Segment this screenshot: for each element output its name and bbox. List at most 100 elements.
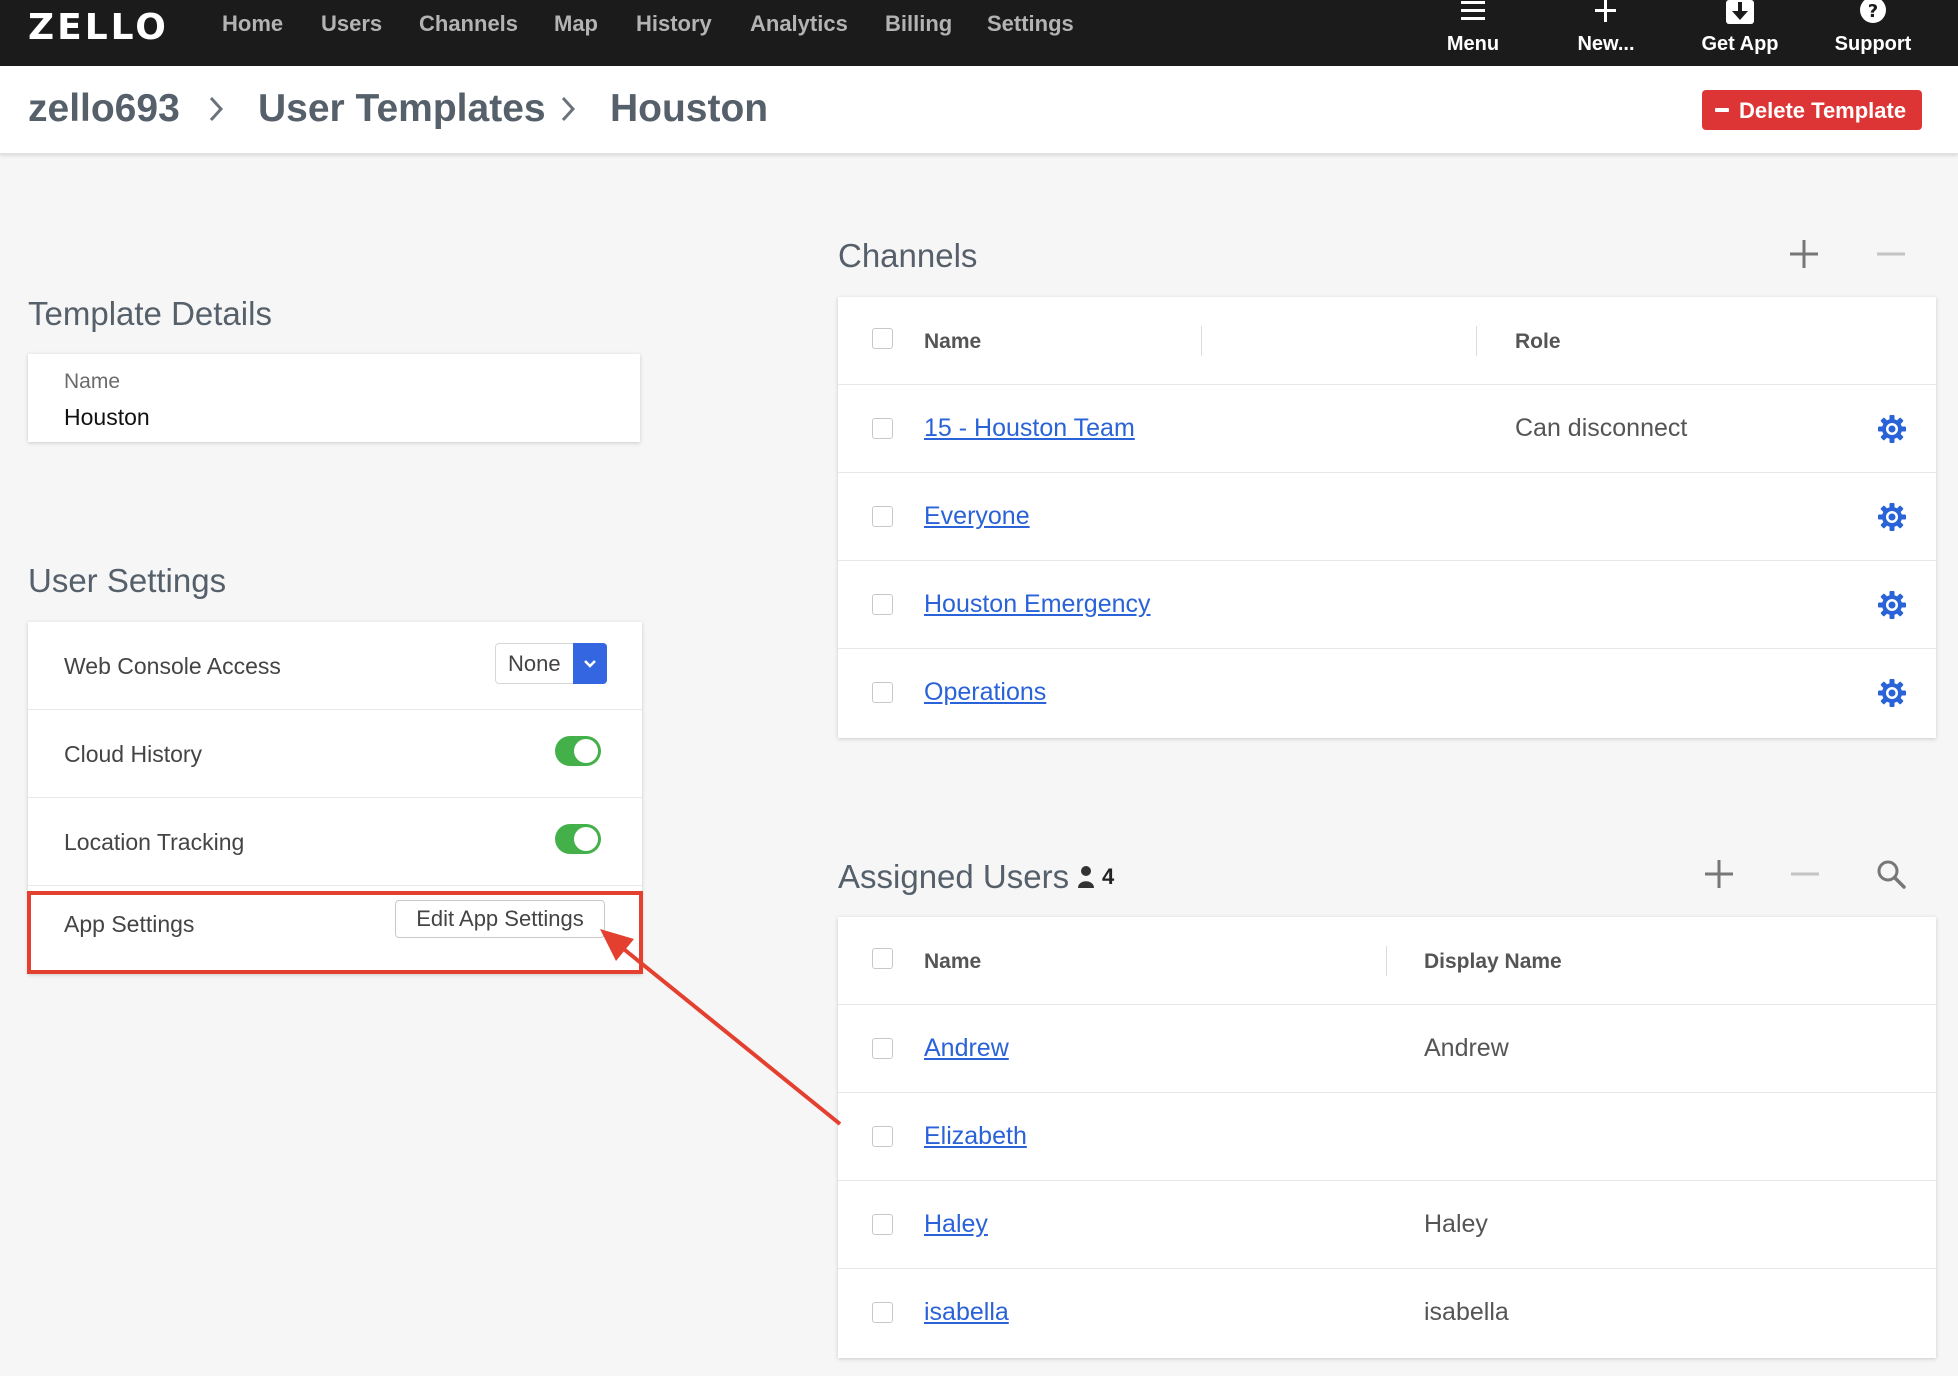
name-field-label: Name	[64, 370, 121, 393]
channel-link[interactable]: 15 - Houston Team	[924, 414, 1135, 443]
svg-text:?: ?	[1868, 1, 1878, 22]
channel-link[interactable]: Houston Emergency	[924, 590, 1151, 619]
menu-button[interactable]: Menu	[1413, 0, 1533, 60]
nav-home[interactable]: Home	[222, 11, 283, 37]
toggle-knob	[574, 827, 598, 851]
nav-billing[interactable]: Billing	[885, 11, 952, 37]
nav-analytics[interactable]: Analytics	[750, 11, 848, 37]
web-console-access-label: Web Console Access	[64, 653, 281, 679]
users-table-header: Name Display Name	[838, 917, 1936, 1005]
user-display-name: isabella	[1424, 1298, 1509, 1326]
user-display-name: Andrew	[1424, 1034, 1509, 1062]
location-tracking-toggle[interactable]	[555, 824, 601, 854]
get-app-label: Get App	[1701, 33, 1779, 55]
user-settings-title: User Settings	[28, 562, 227, 599]
user-link[interactable]: Elizabeth	[924, 1122, 1027, 1151]
location-tracking-row: Location Tracking	[28, 798, 642, 886]
cloud-history-row: Cloud History	[28, 710, 642, 798]
user-row-checkbox[interactable]	[872, 1214, 893, 1235]
annotation-highlight-box	[27, 891, 643, 974]
nav-history[interactable]: History	[636, 11, 712, 37]
gear-icon[interactable]	[1877, 414, 1907, 444]
chevron-right-icon	[209, 96, 224, 122]
web-console-access-row: Web Console Access None	[28, 622, 642, 710]
nav-channels[interactable]: Channels	[419, 11, 518, 37]
menu-label: Menu	[1446, 33, 1500, 55]
assigned-users-table: Name Display Name Andrew Andrew Elizabet…	[838, 917, 1936, 1358]
channel-link[interactable]: Operations	[924, 678, 1046, 707]
user-row: Elizabeth	[838, 1093, 1936, 1181]
user-link[interactable]: Andrew	[924, 1034, 1009, 1063]
channel-row-checkbox[interactable]	[872, 682, 893, 703]
top-navigation-bar: ZELLO Home Users Channels Map History An…	[0, 0, 1958, 66]
channels-col-role[interactable]: Role	[1515, 330, 1561, 354]
name-field-value[interactable]: Houston	[64, 404, 150, 431]
channel-row: Houston Emergency	[838, 561, 1936, 649]
cloud-history-label: Cloud History	[64, 741, 203, 767]
search-icon[interactable]	[1876, 859, 1906, 889]
column-divider	[1201, 326, 1202, 356]
channel-row-checkbox[interactable]	[872, 594, 893, 615]
new-button[interactable]: New...	[1546, 0, 1666, 60]
channel-row-checkbox[interactable]	[872, 506, 893, 527]
column-divider	[1386, 946, 1387, 976]
breadcrumb-current: Houston	[610, 87, 769, 130]
web-console-access-select[interactable]: None	[495, 643, 607, 684]
user-row: Andrew Andrew	[838, 1005, 1936, 1093]
users-col-name[interactable]: Name	[924, 950, 981, 974]
minus-icon	[1715, 108, 1729, 112]
delete-template-button[interactable]: Delete Template	[1702, 90, 1922, 130]
user-row-checkbox[interactable]	[872, 1126, 893, 1147]
channel-link[interactable]: Everyone	[924, 502, 1030, 531]
zello-logo[interactable]: ZELLO	[28, 8, 169, 48]
channels-table: Name Role 15 - Houston Team Can disconne…	[838, 297, 1936, 738]
support-label: Support	[1834, 33, 1912, 55]
get-app-button[interactable]: Get App	[1680, 0, 1800, 60]
select-all-users-checkbox[interactable]	[872, 948, 893, 969]
gear-icon[interactable]	[1877, 590, 1907, 620]
user-row: Haley Haley	[838, 1181, 1936, 1269]
user-row-checkbox[interactable]	[872, 1302, 893, 1323]
assigned-users-title: Assigned Users	[838, 858, 1070, 895]
template-details-title: Template Details	[28, 295, 272, 332]
gear-icon[interactable]	[1877, 502, 1907, 532]
gear-icon[interactable]	[1877, 678, 1907, 708]
user-row-checkbox[interactable]	[872, 1038, 893, 1059]
delete-template-label: Delete Template	[1739, 98, 1907, 123]
cloud-history-toggle[interactable]	[555, 736, 601, 766]
page-header: zello693 User Templates Houston Delete T…	[0, 66, 1958, 154]
breadcrumb-account[interactable]: zello693	[28, 86, 180, 132]
users-col-display-name[interactable]: Display Name	[1424, 950, 1562, 974]
nav-map[interactable]: Map	[554, 11, 598, 37]
add-channel-plus-icon[interactable]	[1789, 239, 1819, 269]
help-question-icon: ?	[1860, 0, 1886, 23]
chevron-right-icon	[561, 96, 576, 122]
channel-row: Operations	[838, 649, 1936, 737]
channel-row-checkbox[interactable]	[872, 418, 893, 439]
channels-col-name[interactable]: Name	[924, 330, 981, 354]
toggle-knob	[574, 739, 598, 763]
template-details-card: Name Houston	[28, 354, 640, 442]
select-all-channels-checkbox[interactable]	[872, 328, 893, 349]
column-divider	[1476, 326, 1477, 356]
add-user-plus-icon[interactable]	[1704, 859, 1734, 889]
user-link[interactable]: isabella	[924, 1298, 1009, 1327]
user-display-name: Haley	[1424, 1210, 1488, 1238]
remove-user-minus-icon[interactable]	[1790, 859, 1820, 889]
user-link[interactable]: Haley	[924, 1210, 988, 1239]
channel-row: 15 - Houston Team Can disconnect	[838, 385, 1936, 473]
hamburger-menu-icon	[1461, 1, 1485, 20]
remove-channel-minus-icon[interactable]	[1876, 239, 1906, 269]
breadcrumb-user-templates[interactable]: User Templates	[258, 86, 546, 132]
support-button[interactable]: ? Support	[1813, 0, 1933, 60]
person-icon	[1078, 866, 1094, 888]
dropdown-button[interactable]	[573, 643, 607, 684]
nav-users[interactable]: Users	[321, 11, 382, 37]
nav-settings[interactable]: Settings	[987, 11, 1074, 37]
web-console-access-value: None	[508, 651, 561, 676]
location-tracking-label: Location Tracking	[64, 829, 245, 855]
new-label: New...	[1577, 33, 1635, 55]
download-icon	[1726, 0, 1754, 24]
channel-row: Everyone	[838, 473, 1936, 561]
channels-title: Channels	[838, 237, 978, 274]
